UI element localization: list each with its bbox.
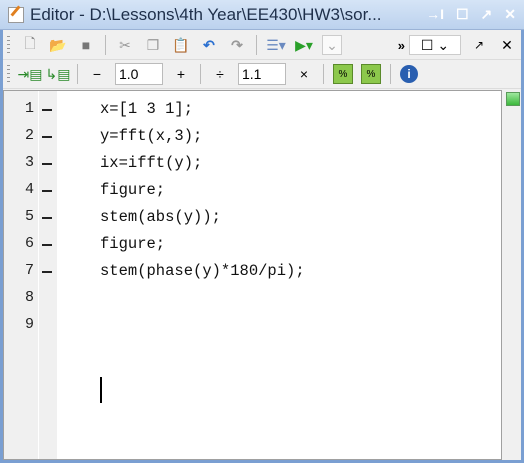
increment-button[interactable]: +: [171, 64, 191, 84]
code-line[interactable]: 3 ix=ifft(y);: [4, 151, 501, 178]
text-cursor: [100, 377, 102, 403]
cell-mode-icon[interactable]: ☰▾: [266, 35, 286, 55]
open-folder-icon[interactable]: 📂: [48, 35, 68, 55]
breakpoint-marker[interactable]: [42, 217, 52, 219]
code-line[interactable]: 6 figure;: [4, 232, 501, 259]
code-text[interactable]: ix=ifft(y);: [100, 154, 202, 172]
code-line[interactable]: 5 stem(abs(y));: [4, 205, 501, 232]
code-text[interactable]: figure;: [100, 181, 165, 199]
decrement-button[interactable]: −: [87, 64, 107, 84]
evaluate-cell-icon[interactable]: %: [333, 64, 353, 84]
breakpoint-marker[interactable]: [42, 190, 52, 192]
dropdown-icon[interactable]: ⌄: [322, 35, 342, 55]
insert-cell-icon[interactable]: ⇥▤: [18, 64, 43, 84]
toolbar-grip[interactable]: [7, 36, 10, 54]
cell-break-icon[interactable]: ↳▤: [46, 64, 71, 84]
code-line[interactable]: 4 figure;: [4, 178, 501, 205]
cell-value-input-2[interactable]: 1.1: [238, 63, 286, 85]
code-text[interactable]: figure;: [100, 235, 165, 253]
code-text[interactable]: x=[1 3 1];: [100, 100, 193, 118]
cell-toolbar: ⇥▤ ↳▤ − 1.0 + ÷ 1.1 × % % i: [3, 60, 521, 89]
code-line[interactable]: 1 x=[1 3 1];: [4, 97, 501, 124]
paste-icon[interactable]: 📋: [171, 35, 191, 55]
line-number: 1: [24, 100, 34, 117]
multiply-button[interactable]: ×: [294, 64, 314, 84]
title-bar: Editor - D:\Lessons\4th Year\EE430\HW3\s…: [0, 0, 524, 30]
info-icon[interactable]: i: [400, 65, 418, 83]
code-text[interactable]: stem(phase(y)*180/pi);: [100, 262, 305, 280]
breakpoint-marker[interactable]: [42, 244, 52, 246]
save-icon[interactable]: ■: [76, 35, 96, 55]
breakpoint-marker[interactable]: [42, 271, 52, 273]
toolbar-grip[interactable]: [7, 65, 10, 83]
undock-icon[interactable]: ↗: [481, 6, 493, 23]
run-icon[interactable]: ▶▾: [294, 35, 314, 55]
window-title: Editor - D:\Lessons\4th Year\EE430\HW3\s…: [30, 4, 382, 24]
close-toolbar-icon[interactable]: ✕: [497, 35, 517, 55]
maximize-icon[interactable]: ☐: [456, 6, 469, 23]
line-number: 5: [24, 208, 34, 225]
line-number: 8: [24, 289, 34, 306]
line-number: 6: [24, 235, 34, 252]
dock-icon[interactable]: →I: [426, 6, 444, 23]
copy-icon[interactable]: ❐: [143, 35, 163, 55]
evaluate-advance-icon[interactable]: %: [361, 64, 381, 84]
divide-button[interactable]: ÷: [210, 64, 230, 84]
code-editor[interactable]: 1 x=[1 3 1]; 2 y=fft(x,3); 3 ix=ifft(y); 4 figu…: [3, 90, 502, 460]
code-text[interactable]: stem(abs(y));: [100, 208, 221, 226]
overflow-icon[interactable]: »: [398, 38, 405, 53]
breakpoint-marker[interactable]: [42, 136, 52, 138]
main-toolbar: 🗋 📂 ■ ✂ ❐ 📋 ↶ ↷ ☰▾ ▶▾ ⌄ » ☐ ⌄ ↗ ✕: [3, 31, 521, 60]
code-text[interactable]: y=fft(x,3);: [100, 127, 202, 145]
editor-icon: [8, 6, 24, 23]
line-number: 7: [24, 262, 34, 279]
undo-icon[interactable]: ↶: [199, 35, 219, 55]
line-number: 4: [24, 181, 34, 198]
line-number: 9: [24, 316, 34, 333]
line-number: 3: [24, 154, 34, 171]
line-number: 2: [24, 127, 34, 144]
redo-icon[interactable]: ↷: [227, 35, 247, 55]
breakpoint-marker[interactable]: [42, 109, 52, 111]
code-analyzer-status-icon[interactable]: [506, 92, 520, 106]
code-line[interactable]: 8: [4, 286, 501, 313]
code-line[interactable]: 9: [4, 313, 501, 340]
cut-icon[interactable]: ✂: [115, 35, 135, 55]
new-file-icon[interactable]: 🗋: [20, 35, 40, 55]
layout-select[interactable]: ☐ ⌄: [409, 35, 461, 55]
cell-value-input-1[interactable]: 1.0: [115, 63, 163, 85]
close-icon[interactable]: ✕: [504, 6, 516, 23]
code-line[interactable]: 7 stem(phase(y)*180/pi);: [4, 259, 501, 286]
breakpoint-marker[interactable]: [42, 163, 52, 165]
undock-toolbar-icon[interactable]: ↗: [469, 35, 489, 55]
code-line[interactable]: 2 y=fft(x,3);: [4, 124, 501, 151]
